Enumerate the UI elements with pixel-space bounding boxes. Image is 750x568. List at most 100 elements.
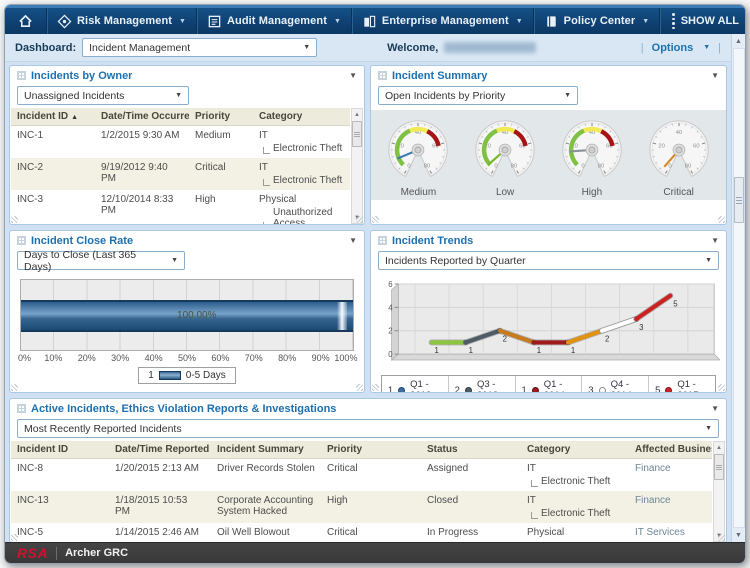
sort-asc-icon: ▲: [71, 114, 78, 121]
dropdown-caret-icon: ▼: [167, 92, 182, 99]
tree-branch-icon: [531, 480, 538, 487]
table-row[interactable]: INC-29/19/2012 9:40 PMCriticalITElectron…: [11, 158, 350, 190]
dashboard-label: Dashboard:: [15, 42, 76, 54]
scroll-up-arrow[interactable]: ▲: [735, 34, 742, 48]
column-header[interactable]: Priority: [189, 108, 253, 126]
table-row[interactable]: INC-81/20/2015 2:13 AMDriver Records Sto…: [11, 459, 712, 492]
panel-menu-caret-icon[interactable]: ▼: [711, 71, 719, 80]
cell: Closed: [421, 491, 521, 523]
options-menu[interactable]: | Options ▼ |: [641, 42, 721, 54]
drag-handle-icon[interactable]: [17, 236, 26, 245]
dropdown-caret-icon: ▼: [163, 257, 178, 264]
scroll-thumb[interactable]: [352, 121, 362, 147]
resize-grip[interactable]: [718, 216, 725, 223]
table-row[interactable]: INC-11/2/2015 9:30 AMMediumITElectronic …: [11, 126, 350, 159]
cell: INC-3: [11, 190, 95, 224]
trends-filter-select[interactable]: Incidents Reported by Quarter ▼: [378, 251, 719, 270]
resize-grip[interactable]: [372, 216, 379, 223]
column-header[interactable]: Category: [253, 108, 350, 126]
drag-handle-icon[interactable]: [17, 404, 26, 413]
cell: 1/2/2015 9:30 AM: [95, 126, 189, 159]
column-header[interactable]: Affected Business Unit: [629, 441, 712, 459]
gauge: 020406080High: [549, 114, 635, 198]
scroll-thumb[interactable]: [734, 177, 744, 223]
table-header-row: Incident IDDate/Time Reported▼Incident S…: [11, 441, 712, 459]
filter-value: Unassigned Incidents: [24, 90, 124, 102]
nav-item-risk-management[interactable]: Risk Management ▼: [47, 8, 197, 34]
column-header[interactable]: Incident ID: [11, 441, 109, 459]
svg-text:80: 80: [598, 164, 605, 170]
dropdown-caret-icon: ▼: [556, 92, 571, 99]
resize-grip[interactable]: [356, 384, 363, 391]
cell: Finance: [629, 491, 712, 523]
legend-column: 1Q1 - 20142Q3 - 2014: [516, 376, 583, 393]
panel-incident-close-rate: Incident Close Rate ▼ Days to Close (Las…: [9, 230, 365, 393]
home-icon: [18, 14, 33, 29]
gauge-high: 020406080: [548, 114, 636, 186]
point-value-label: 1: [571, 346, 575, 355]
drag-handle-icon[interactable]: [17, 71, 26, 80]
resize-grip[interactable]: [718, 384, 725, 391]
dashboard-select[interactable]: Incident Management ▼: [82, 38, 317, 57]
table-row[interactable]: INC-51/14/2015 2:46 AMOil Well BlowoutCr…: [11, 523, 712, 542]
active-incidents-filter-select[interactable]: Most Recently Reported Incidents ▼: [17, 419, 719, 438]
scroll-up-arrow[interactable]: ▲: [354, 109, 360, 120]
incident-summary-filter-select[interactable]: Open Incidents by Priority ▼: [378, 86, 578, 105]
column-header[interactable]: Date/Time Reported▼: [109, 441, 211, 459]
dashboard-bar: Dashboard: Incident Management ▼ Welcome…: [5, 34, 731, 62]
welcome-label: Welcome,: [387, 42, 438, 54]
incidents-by-owner-filter-select[interactable]: Unassigned Incidents ▼: [17, 86, 189, 105]
page-scrollbar[interactable]: ▲ ▼: [731, 34, 745, 542]
resize-grip[interactable]: [372, 384, 379, 391]
table-scrollbar[interactable]: ▲ ▼: [351, 108, 363, 224]
cell: 1/20/2015 2:13 AM: [109, 459, 211, 492]
nav-item-enterprise-management[interactable]: Enterprise Management ▼: [352, 8, 534, 34]
cell: High: [321, 491, 421, 523]
table-row[interactable]: INC-131/18/2015 10:53 PMCorporate Accoun…: [11, 491, 712, 523]
audit-management-icon: [207, 14, 222, 29]
legend-column: 5Q1 - 2015: [649, 376, 715, 393]
panel-menu-caret-icon[interactable]: ▼: [349, 71, 357, 80]
show-all-button[interactable]: SHOW ALL: [660, 8, 746, 34]
resize-grip[interactable]: [11, 216, 18, 223]
table-scrollbar[interactable]: ▲ ▼: [713, 441, 725, 542]
column-header[interactable]: Category: [521, 441, 629, 459]
column-header[interactable]: Incident ID▲: [11, 108, 95, 126]
column-header[interactable]: Date/Time Occurred: [95, 108, 189, 126]
panel-incidents-by-owner: Incidents by Owner ▼ Unassigned Incident…: [9, 65, 365, 225]
enterprise-management-icon: [362, 14, 377, 29]
resize-grip[interactable]: [11, 534, 18, 541]
application-window: Risk Management ▼ Audit Management ▼ Ent…: [4, 4, 746, 564]
column-header[interactable]: Priority: [321, 441, 421, 459]
cell: 1/18/2015 10:53 PM: [109, 491, 211, 523]
scroll-down-arrow[interactable]: ▼: [735, 528, 742, 542]
y-axis-tick-label: 0: [388, 350, 393, 359]
cell: INC-8: [11, 459, 109, 492]
drag-handle-icon[interactable]: [378, 71, 387, 80]
options-label: Options: [652, 42, 694, 54]
nav-item-audit-management[interactable]: Audit Management ▼: [197, 8, 352, 34]
cell: 12/10/2014 8:33 PM: [95, 190, 189, 224]
scroll-up-arrow[interactable]: ▲: [716, 442, 722, 453]
point-value-label: 5: [673, 299, 677, 308]
category-cell: PhysicalUnauthorized Access: [253, 190, 350, 224]
column-header[interactable]: Incident Summary: [211, 441, 321, 459]
nav-item-policy-center[interactable]: Policy Center ▼: [534, 8, 661, 34]
policy-center-icon: [544, 14, 559, 29]
drag-handle-icon[interactable]: [378, 236, 387, 245]
close-rate-bar-chart: 100.00% 0%10%20%30%40%50%60%70%80%90%100…: [20, 279, 354, 384]
scroll-thumb[interactable]: [714, 454, 724, 480]
resize-grip[interactable]: [11, 384, 18, 391]
table-row[interactable]: INC-312/10/2014 8:33 PMHighPhysicalUnaut…: [11, 190, 350, 224]
resize-grip[interactable]: [718, 534, 725, 541]
column-header[interactable]: Status: [421, 441, 521, 459]
panel-menu-caret-icon[interactable]: ▼: [711, 236, 719, 245]
panel-menu-caret-icon[interactable]: ▼: [349, 236, 357, 245]
close-rate-filter-select[interactable]: Days to Close (Last 365 Days) ▼: [17, 251, 185, 270]
resize-grip[interactable]: [356, 216, 363, 223]
gauge-low: 020406080: [461, 114, 549, 186]
svg-text:20: 20: [658, 143, 665, 149]
chevron-down-icon: ▼: [334, 18, 341, 25]
panel-menu-caret-icon[interactable]: ▼: [711, 404, 719, 413]
home-button[interactable]: [5, 8, 47, 34]
